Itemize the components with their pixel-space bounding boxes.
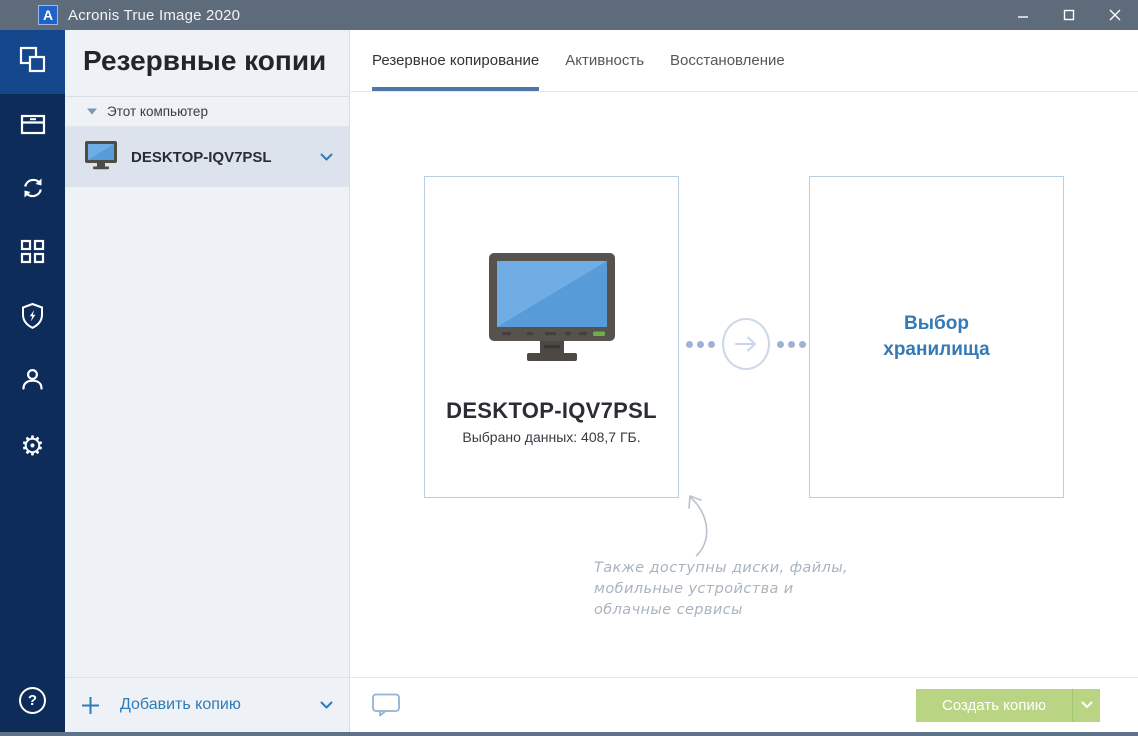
archive-icon <box>20 112 46 141</box>
computer-list-item[interactable]: DESKTOP-IQV7PSL <box>65 127 349 187</box>
add-backup-label: Добавить копию <box>120 696 241 714</box>
rail-spacer <box>0 478 65 668</box>
backup-config-content: DESKTOP-IQV7PSL Выбрано данных: 408,7 ГБ… <box>350 92 1138 677</box>
tab-backup[interactable]: Резервное копирование <box>372 30 539 91</box>
backup-icon <box>19 46 46 78</box>
chevron-down-icon[interactable] <box>320 696 333 714</box>
main-area: Резервное копирование Активность Восстан… <box>350 30 1138 732</box>
nav-sync[interactable] <box>0 158 65 222</box>
source-computer-name: DESKTOP-IQV7PSL <box>446 398 657 424</box>
tab-recovery[interactable]: Восстановление <box>670 30 785 91</box>
panel-spacer <box>65 187 349 677</box>
gear-icon: ⚙ <box>20 433 44 460</box>
sync-icon <box>20 175 46 206</box>
app-window: A Acronis True Image 2020 <box>0 0 1138 736</box>
acronis-logo-icon: A <box>38 5 58 25</box>
section-this-computer[interactable]: Этот компьютер <box>65 97 349 127</box>
nav-backup[interactable] <box>0 30 65 94</box>
window-controls <box>1000 0 1138 30</box>
help-icon: ? <box>19 687 46 714</box>
titlebar: A Acronis True Image 2020 <box>0 0 1138 30</box>
shield-bolt-icon <box>19 302 46 335</box>
arrow-right-icon <box>722 318 770 370</box>
destination-label: Выбор хранилища <box>877 311 997 362</box>
app-title: Acronis True Image 2020 <box>68 7 240 24</box>
maximize-button[interactable] <box>1046 0 1092 30</box>
nav-protection[interactable] <box>0 286 65 350</box>
dots-left <box>686 341 715 348</box>
source-data-size: Выбрано данных: 408,7 ГБ. <box>462 429 640 445</box>
footer-bar: Создать копию <box>350 677 1138 732</box>
close-button[interactable] <box>1092 0 1138 30</box>
source-box[interactable]: DESKTOP-IQV7PSL Выбрано данных: 408,7 ГБ… <box>424 176 679 498</box>
chevron-down-icon[interactable] <box>320 148 333 166</box>
feedback-bubble-icon[interactable] <box>372 693 402 717</box>
nav-rail: ⚙ ? <box>0 30 65 732</box>
nav-settings[interactable]: ⚙ <box>0 414 65 478</box>
tab-activity[interactable]: Активность <box>565 30 644 91</box>
nav-help[interactable]: ? <box>0 668 65 732</box>
backup-panel: Резервные копии Этот компьютер <box>65 30 350 732</box>
computer-name: DESKTOP-IQV7PSL <box>131 149 272 166</box>
annotation-curved-arrow-icon <box>668 490 728 565</box>
nav-account[interactable] <box>0 350 65 414</box>
create-backup-button[interactable]: Создать копию <box>916 689 1072 722</box>
plus-icon <box>81 696 100 715</box>
create-backup-split-button: Создать копию <box>916 689 1100 722</box>
tab-strip: Резервное копирование Активность Восстан… <box>350 30 1138 92</box>
computer-icon <box>83 140 119 175</box>
panel-title: Резервные копии <box>65 30 349 97</box>
nav-archive[interactable] <box>0 94 65 158</box>
destination-box[interactable]: Выбор хранилища <box>809 176 1064 498</box>
create-backup-options-button[interactable] <box>1073 689 1100 722</box>
minimize-button[interactable] <box>1000 0 1046 30</box>
dots-right <box>777 341 806 348</box>
computer-illustration-icon <box>487 253 617 368</box>
annotation-text: Также доступны диски, файлы, мобильные у… <box>594 558 870 621</box>
tools-grid-icon <box>20 239 45 269</box>
person-icon <box>19 366 46 398</box>
triangle-down-icon <box>87 108 97 115</box>
add-backup-button[interactable]: Добавить копию <box>65 677 349 732</box>
section-label: Этот компьютер <box>107 104 208 119</box>
backup-direction-arrow <box>686 318 806 370</box>
nav-tools[interactable] <box>0 222 65 286</box>
